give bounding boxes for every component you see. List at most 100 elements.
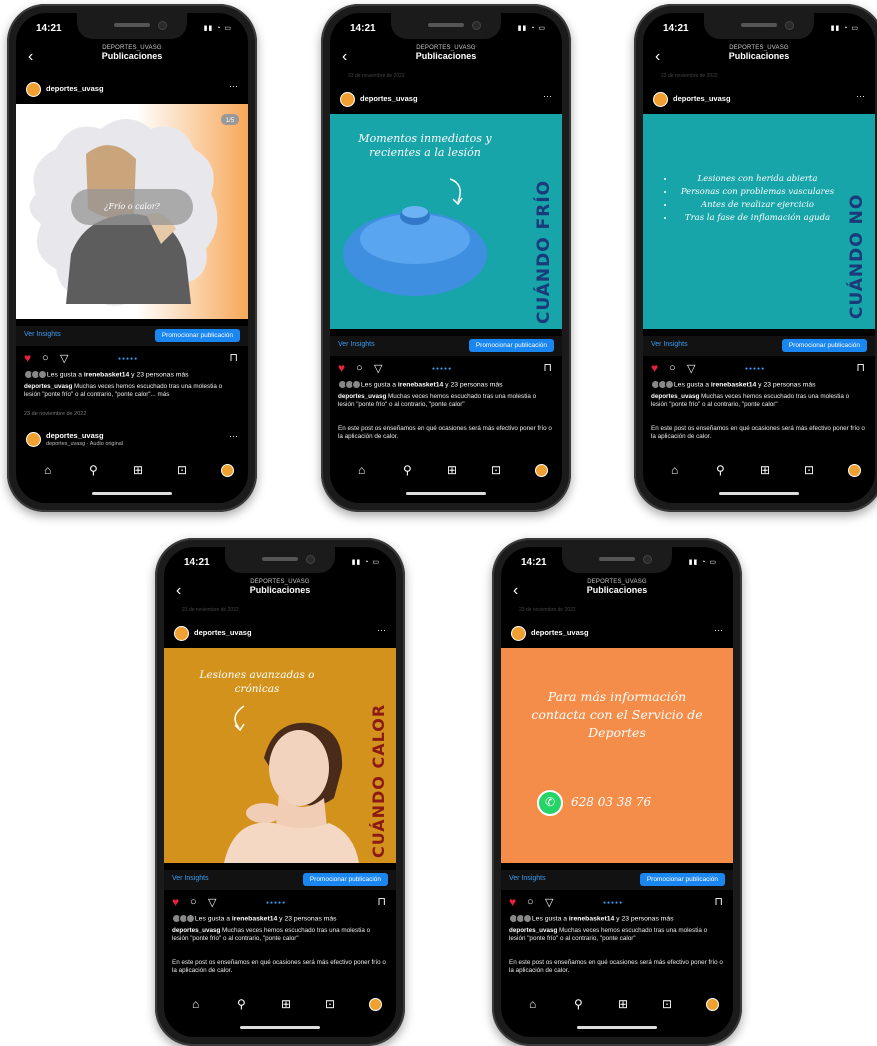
view-insights-link[interactable]: Ver Insights	[338, 341, 375, 348]
post-username[interactable]: deportes_uvasg	[360, 94, 418, 103]
post-image[interactable]: 1/5 ¿Frío o calor?	[16, 104, 248, 319]
likes-user[interactable]: irenebasket14	[84, 371, 129, 378]
bookmark-icon[interactable]: ⊓	[229, 351, 238, 364]
post-image[interactable]: Lesiones con herida abierta Personas con …	[643, 114, 875, 329]
search-icon[interactable]: ⚲	[574, 997, 583, 1011]
bookmark-icon[interactable]: ⊓	[856, 361, 865, 374]
profile-avatar-tab[interactable]	[706, 998, 719, 1011]
post-header[interactable]: deportes_uvasg ···	[501, 623, 733, 645]
heart-icon[interactable]: ♥	[172, 895, 179, 909]
back-chevron-icon[interactable]: ‹	[28, 48, 33, 66]
avatar[interactable]	[26, 82, 41, 97]
comment-icon[interactable]: ○	[527, 896, 534, 908]
post-username[interactable]: deportes_uvasg	[673, 94, 731, 103]
more-options-icon[interactable]: ···	[377, 625, 386, 635]
post-username[interactable]: deportes_uvasg	[46, 84, 104, 93]
heart-icon[interactable]: ♥	[338, 361, 345, 375]
post-image[interactable]: Para más información contacta con el Ser…	[501, 648, 733, 863]
next-post-header[interactable]: deportes_uvasg deportes_uvasg · Audio or…	[16, 429, 248, 451]
reels-icon[interactable]: ⊡	[325, 997, 335, 1011]
share-icon[interactable]: ▽	[208, 896, 216, 909]
search-icon[interactable]: ⚲	[403, 463, 412, 477]
caption-username[interactable]: deportes_uvasg	[172, 927, 220, 934]
avatar[interactable]	[340, 92, 355, 107]
whatsapp-icon[interactable]: ✆	[537, 790, 563, 816]
comment-icon[interactable]: ○	[356, 362, 363, 374]
back-chevron-icon[interactable]: ‹	[176, 582, 181, 600]
contact-phone[interactable]: 628 03 38 76	[571, 795, 651, 809]
caption-username[interactable]: deportes_uvasg	[651, 393, 699, 400]
view-insights-link[interactable]: Ver Insights	[509, 875, 546, 882]
search-icon[interactable]: ⚲	[716, 463, 725, 477]
home-icon[interactable]: ⌂	[44, 463, 51, 477]
post-header[interactable]: deportes_uvasg ···	[330, 89, 562, 111]
comment-icon[interactable]: ○	[669, 362, 676, 374]
likes-line[interactable]: Les gusta a irenebasket14 y 23 personas …	[651, 380, 867, 389]
heart-icon[interactable]: ♥	[651, 361, 658, 375]
likes-user[interactable]: irenebasket14	[569, 915, 614, 922]
likes-line[interactable]: Les gusta a irenebasket14 y 23 personas …	[24, 370, 240, 379]
post-header[interactable]: deportes_uvasg ···	[164, 623, 396, 645]
bookmark-icon[interactable]: ⊓	[543, 361, 552, 374]
search-icon[interactable]: ⚲	[89, 463, 98, 477]
reels-icon[interactable]: ⊡	[177, 463, 187, 477]
promote-button[interactable]: Promocionar publicación	[781, 339, 867, 352]
likes-line[interactable]: Les gusta a irenebasket14 y 23 personas …	[172, 914, 388, 923]
bookmark-icon[interactable]: ⊓	[377, 895, 386, 908]
share-icon[interactable]: ▽	[374, 362, 382, 375]
post-username[interactable]: deportes_uvasg	[531, 628, 589, 637]
comment-icon[interactable]: ○	[42, 352, 49, 364]
home-icon[interactable]: ⌂	[529, 997, 536, 1011]
post-header[interactable]: deportes_uvasg ···	[16, 79, 248, 101]
add-icon[interactable]: ⊞	[133, 463, 143, 477]
reels-icon[interactable]: ⊡	[804, 463, 814, 477]
back-chevron-icon[interactable]: ‹	[655, 48, 660, 66]
view-insights-link[interactable]: Ver Insights	[172, 875, 209, 882]
back-chevron-icon[interactable]: ‹	[513, 582, 518, 600]
share-icon[interactable]: ▽	[60, 352, 68, 365]
post-image[interactable]: Lesiones avanzadas o crónicas CUÁNDO CAL…	[164, 648, 396, 863]
heart-icon[interactable]: ♥	[509, 895, 516, 909]
share-icon[interactable]: ▽	[687, 362, 695, 375]
more-options-icon[interactable]: ···	[856, 91, 865, 101]
promote-button[interactable]: Promocionar publicación	[302, 873, 388, 886]
home-icon[interactable]: ⌂	[358, 463, 365, 477]
profile-avatar-tab[interactable]	[221, 464, 234, 477]
likes-line[interactable]: Les gusta a irenebasket14 y 23 personas …	[338, 380, 554, 389]
more-options-icon[interactable]: ···	[229, 431, 238, 441]
more-options-icon[interactable]: ···	[714, 625, 723, 635]
home-icon[interactable]: ⌂	[192, 997, 199, 1011]
bookmark-icon[interactable]: ⊓	[714, 895, 723, 908]
avatar[interactable]	[26, 432, 41, 447]
caption-username[interactable]: deportes_uvasg	[24, 383, 72, 390]
promote-button[interactable]: Promocionar publicación	[639, 873, 725, 886]
post-image[interactable]: Momentos inmediatos y recientes a la les…	[330, 114, 562, 329]
add-icon[interactable]: ⊞	[760, 463, 770, 477]
avatar[interactable]	[653, 92, 668, 107]
promote-button[interactable]: Promocionar publicación	[154, 329, 240, 342]
reels-icon[interactable]: ⊡	[491, 463, 501, 477]
back-chevron-icon[interactable]: ‹	[342, 48, 347, 66]
add-icon[interactable]: ⊞	[281, 997, 291, 1011]
more-options-icon[interactable]: ···	[543, 91, 552, 101]
reels-icon[interactable]: ⊡	[662, 997, 672, 1011]
post-username[interactable]: deportes_uvasg	[194, 628, 252, 637]
likes-user[interactable]: irenebasket14	[398, 381, 443, 388]
likes-line[interactable]: Les gusta a irenebasket14 y 23 personas …	[509, 914, 725, 923]
caption-username[interactable]: deportes_uvasg	[509, 927, 557, 934]
post-header[interactable]: deportes_uvasg ···	[643, 89, 875, 111]
home-icon[interactable]: ⌂	[671, 463, 678, 477]
heart-icon[interactable]: ♥	[24, 351, 31, 365]
promote-button[interactable]: Promocionar publicación	[468, 339, 554, 352]
comment-icon[interactable]: ○	[190, 896, 197, 908]
caption-username[interactable]: deportes_uvasg	[338, 393, 386, 400]
avatar[interactable]	[511, 626, 526, 641]
search-icon[interactable]: ⚲	[237, 997, 246, 1011]
profile-avatar-tab[interactable]	[535, 464, 548, 477]
likes-user[interactable]: irenebasket14	[232, 915, 277, 922]
avatar[interactable]	[174, 626, 189, 641]
profile-avatar-tab[interactable]	[369, 998, 382, 1011]
next-post-username[interactable]: deportes_uvasg	[46, 431, 104, 440]
profile-avatar-tab[interactable]	[848, 464, 861, 477]
likes-user[interactable]: irenebasket14	[711, 381, 756, 388]
